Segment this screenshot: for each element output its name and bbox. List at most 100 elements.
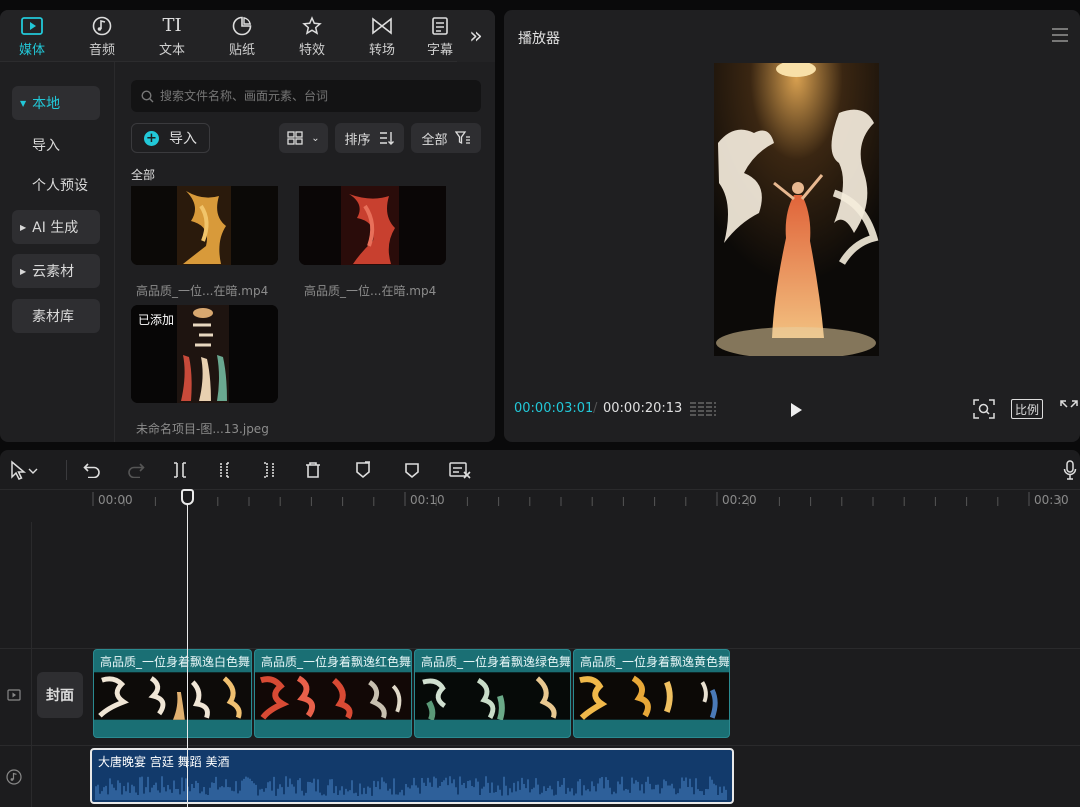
redo-icon xyxy=(128,463,145,478)
media-thumbnail[interactable] xyxy=(299,186,446,265)
sidebar-item-cloud[interactable]: ▶ 云素材 xyxy=(12,254,100,288)
ruler-label: 00:10 xyxy=(410,493,445,507)
split-right-button[interactable] xyxy=(257,458,281,482)
ruler-label: 00:20 xyxy=(722,493,757,507)
track-divider xyxy=(0,745,1080,746)
clip-label: 高品质_一位身着飘逸红色舞 xyxy=(261,655,412,669)
tab-transition[interactable]: 转场 xyxy=(352,10,412,62)
ruler-label: 00:00 xyxy=(98,493,133,507)
tab-text[interactable]: TI 文本 xyxy=(142,10,202,62)
play-icon xyxy=(791,403,802,417)
trim-left-icon xyxy=(220,462,230,478)
clip-label: 高品质_一位身着飘逸白色舞 xyxy=(100,655,251,669)
tab-audio[interactable]: 音频 xyxy=(72,10,132,62)
total-timecode: 00:00:20:13 xyxy=(603,401,683,416)
caret-right-icon: ▶ xyxy=(20,266,27,276)
sidebar-item-ai[interactable]: ▶ AI 生成 xyxy=(12,210,100,244)
select-tool-button[interactable] xyxy=(6,458,42,482)
timecode-grid-icon[interactable] xyxy=(688,400,718,420)
shield-check-icon xyxy=(356,461,370,479)
current-timecode: 00:00:03:01 xyxy=(514,401,594,416)
audio-clip-label: 大唐晚宴 宫廷 舞蹈 美酒 xyxy=(98,755,230,769)
sidebar-item-presets[interactable]: 个人预设 xyxy=(12,168,100,202)
mask-button[interactable] xyxy=(400,458,424,482)
media-thumbnail[interactable] xyxy=(131,186,278,265)
tab-effects[interactable]: 特效 xyxy=(282,10,342,62)
sort-button[interactable]: 排序 xyxy=(335,123,404,153)
text-icon: TI xyxy=(162,15,182,36)
timeline-ruler[interactable]: 00:00 00:10 00:20 00:30 xyxy=(0,490,1080,512)
microphone-icon xyxy=(1063,460,1077,480)
microphone-button[interactable] xyxy=(1058,458,1080,482)
filter-button[interactable]: 全部 xyxy=(411,123,481,153)
delete-button[interactable] xyxy=(301,458,325,482)
audio-track-icon xyxy=(6,769,22,789)
clip-label: 高品质_一位身着飘逸黄色舞 xyxy=(580,655,730,669)
clip-filmstrip xyxy=(415,672,570,720)
search-bar[interactable] xyxy=(131,80,481,112)
audio-waveform xyxy=(95,776,727,800)
shield-icon xyxy=(405,463,419,479)
playhead-handle[interactable] xyxy=(181,489,194,505)
sticker-icon xyxy=(231,15,253,37)
transition-icon xyxy=(371,15,393,37)
caret-right-icon: ▶ xyxy=(20,222,27,232)
tab-sticker[interactable]: 贴纸 xyxy=(212,10,272,62)
import-button[interactable]: + 导入 xyxy=(131,123,210,153)
sidebar-item-local[interactable]: ▼ 本地 xyxy=(12,86,100,120)
video-clip[interactable]: 高品质_一位身着飘逸黄色舞 xyxy=(573,649,730,738)
caret-down-icon: ▼ xyxy=(20,98,27,108)
media-caption: 高品质_一位...在暗.mp4 xyxy=(136,284,269,298)
grid-view-icon xyxy=(287,131,303,145)
undo-button[interactable] xyxy=(80,458,104,482)
redo-button[interactable] xyxy=(124,458,148,482)
timecode-separator: / xyxy=(593,401,598,416)
trim-right-icon xyxy=(264,462,274,478)
music-note-icon xyxy=(91,15,113,37)
video-clip[interactable]: 高品质_一位身着飘逸白色舞 xyxy=(93,649,252,738)
trash-icon xyxy=(306,462,320,478)
track-gutter xyxy=(31,522,32,807)
plus-icon: + xyxy=(144,130,159,146)
fullscreen-icon xyxy=(1060,400,1078,408)
timeline-toolbar xyxy=(0,450,1080,490)
media-thumbnail[interactable]: 已添加 xyxy=(131,305,278,403)
player-panel: 播放器 00:00:03:01 / 00:00:20:13 比例 xyxy=(504,10,1080,442)
split-button[interactable] xyxy=(168,458,192,482)
timeline-panel: 00:00 00:10 00:20 00:30 封面 高品质_一位身着飘逸白色舞… xyxy=(0,450,1080,807)
undo-icon xyxy=(83,463,100,478)
view-mode-button[interactable]: ⌄ xyxy=(279,123,328,153)
play-button[interactable] xyxy=(786,399,806,421)
caption-icon xyxy=(429,15,451,37)
video-clip[interactable]: 高品质_一位身着飘逸绿色舞 xyxy=(414,649,571,738)
clip-label: 高品质_一位身着飘逸绿色舞 xyxy=(421,655,571,669)
ruler-ticks xyxy=(92,492,1061,506)
tab-captions[interactable]: 字幕 xyxy=(420,10,460,62)
menu-icon[interactable] xyxy=(1052,28,1068,42)
chevron-down-icon: ⌄ xyxy=(311,132,320,144)
video-clip[interactable]: 高品质_一位身着飘逸红色舞 xyxy=(254,649,412,738)
filter-icon xyxy=(454,131,470,145)
toolbar-divider xyxy=(66,460,67,480)
split-left-button[interactable] xyxy=(213,458,237,482)
search-input[interactable] xyxy=(160,89,460,103)
media-caption: 高品质_一位...在暗.mp4 xyxy=(304,284,437,298)
sidebar-item-import[interactable]: 导入 xyxy=(12,128,100,162)
clip-filmstrip xyxy=(255,672,411,720)
media-sidenav: ▼ 本地 导入 个人预设 ▶ AI 生成 ▶ 云素材 素材库 xyxy=(0,62,115,442)
playhead[interactable] xyxy=(187,490,188,807)
cover-button[interactable]: 封面 xyxy=(37,672,83,718)
sidebar-item-library[interactable]: 素材库 xyxy=(12,299,100,333)
remove-subtitle-button[interactable] xyxy=(448,458,472,482)
more-tabs-button[interactable]: » xyxy=(457,10,495,62)
fullscreen-button[interactable] xyxy=(1058,398,1080,420)
aspect-ratio-button[interactable]: 比例 xyxy=(1011,399,1043,419)
tab-media[interactable]: 媒体 xyxy=(2,10,62,62)
video-preview[interactable] xyxy=(714,63,879,356)
media-icon xyxy=(21,15,43,37)
ruler-label: 00:30 xyxy=(1034,493,1069,507)
zoom-fit-button[interactable] xyxy=(972,398,996,420)
search-icon xyxy=(141,89,154,102)
mark-button[interactable] xyxy=(351,458,375,482)
group-label: 全部 xyxy=(131,168,156,182)
